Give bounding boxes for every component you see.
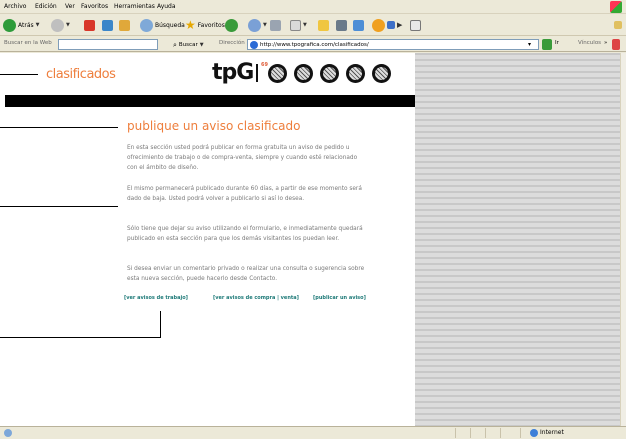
- menu-ayuda[interactable]: Ayuda: [157, 3, 176, 10]
- brand-separator: [256, 64, 258, 82]
- security-zone-label: Internet: [540, 429, 564, 436]
- links-extra-icon[interactable]: [612, 39, 620, 50]
- links-chevron-icon[interactable]: »: [604, 40, 607, 46]
- extra-icon: [614, 21, 622, 29]
- forward-button[interactable]: ▼: [51, 18, 70, 32]
- star-icon: ★: [185, 18, 196, 32]
- menu-archivo[interactable]: Archivo: [4, 3, 26, 10]
- print-icon: [270, 19, 281, 31]
- magnifier-icon: ⌕: [173, 40, 177, 49]
- favorites-button[interactable]: ★ Favoritos: [185, 18, 225, 32]
- window-icon: [387, 21, 395, 29]
- paragraph-duration: El mismo permanecerá publicado durante 6…: [127, 186, 362, 202]
- status-segment: [455, 428, 456, 438]
- screen-button[interactable]: [410, 18, 421, 32]
- status-segment: [500, 428, 501, 438]
- search-button[interactable]: Búsqueda: [140, 18, 185, 32]
- history-icon: [225, 18, 238, 32]
- status-bar: Internet: [0, 426, 626, 439]
- print-button[interactable]: [270, 18, 281, 32]
- menu-herramientas[interactable]: Herramientas: [114, 3, 155, 10]
- go-label[interactable]: Ir: [555, 40, 559, 46]
- paragraph-intro: En esta sección usted podrá publicar en …: [127, 145, 358, 171]
- home-icon: [119, 19, 130, 31]
- address-label: Dirección: [219, 40, 245, 46]
- edit-icon: [290, 19, 301, 31]
- address-dropdown-icon[interactable]: ▾: [528, 41, 531, 48]
- callout-line-links: [0, 337, 160, 338]
- status-segment: [470, 428, 471, 438]
- callout-line-text: [0, 206, 118, 207]
- callout-line-heading: [0, 127, 118, 128]
- back-arrow-icon: [3, 18, 16, 32]
- brand-logo[interactable]: tpG: [212, 60, 254, 85]
- search-icon: [140, 18, 153, 32]
- standard-toolbar: Atrás ▼ ▼ Búsqueda ★ Favoritos ▼ ▼ ▶: [0, 14, 626, 36]
- menu-edicion[interactable]: Edición: [35, 3, 57, 10]
- web-search-button[interactable]: ⌕ Buscar ▼: [173, 38, 204, 52]
- link-buy-sell-ads[interactable]: [ver avisos de compra | venta]: [213, 295, 299, 301]
- nav-circle-icon-5[interactable]: [372, 64, 391, 83]
- home-button[interactable]: [119, 18, 130, 32]
- research-icon: [336, 19, 347, 31]
- history-button[interactable]: [225, 18, 238, 32]
- menu-bar: Archivo Edición Ver Favoritos Herramient…: [0, 0, 626, 14]
- address-input[interactable]: http://www.tpografica.com/clasificados/ …: [247, 39, 539, 50]
- link-publish-ad[interactable]: [publicar un aviso]: [313, 295, 366, 301]
- windows-logo-icon: [610, 1, 622, 13]
- nav-circle-icon-1[interactable]: [268, 64, 287, 83]
- messenger-icon: [353, 19, 364, 31]
- nav-circle-icon-4[interactable]: [346, 64, 365, 83]
- page-title: publique un aviso clasificado: [127, 119, 301, 133]
- page-status-icon: [4, 429, 12, 437]
- web-search-label: Buscar en la Web: [4, 40, 52, 46]
- play-icon: ▶: [397, 21, 403, 29]
- refresh-icon: [102, 19, 113, 31]
- messenger-button[interactable]: [353, 18, 364, 32]
- edit-button[interactable]: ▼: [290, 18, 307, 32]
- folder-button[interactable]: [318, 18, 329, 32]
- menu-favoritos[interactable]: Favoritos: [81, 3, 108, 10]
- nav-circle-icon-3[interactable]: [320, 64, 339, 83]
- mail-icon: [248, 18, 261, 32]
- back-button[interactable]: Atrás ▼: [3, 18, 39, 32]
- internet-globe-icon: [530, 429, 538, 437]
- links-label[interactable]: Vínculos: [578, 40, 601, 46]
- striped-background: [415, 53, 620, 426]
- mail-button[interactable]: ▼: [248, 18, 267, 32]
- address-url: http://www.tpografica.com/clasificados/: [260, 42, 369, 48]
- folder-icon: [318, 19, 329, 31]
- callout-line-logo: [0, 74, 38, 75]
- paragraph-contact: Si desea enviar un comentario privado o …: [127, 266, 365, 282]
- screen-icon: [410, 19, 421, 31]
- link-job-ads[interactable]: [ver avisos de trabajo]: [124, 295, 188, 301]
- vertical-scrollbar[interactable]: [620, 53, 626, 426]
- section-logo[interactable]: clasificados: [46, 67, 116, 82]
- status-segment: [485, 428, 486, 438]
- menu-ver[interactable]: Ver: [65, 3, 75, 10]
- header-divider-band: [5, 95, 415, 107]
- research-button[interactable]: [336, 18, 347, 32]
- nav-circle-icon-2[interactable]: [294, 64, 313, 83]
- address-bar: Buscar en la Web ⌕ Buscar ▼ Dirección ht…: [0, 37, 626, 52]
- refresh-button[interactable]: [102, 18, 113, 32]
- page-viewport: clasificados tpG 69 publique un aviso cl…: [0, 53, 626, 426]
- web-search-input[interactable]: [58, 39, 158, 50]
- stop-button[interactable]: [84, 18, 95, 32]
- media-button[interactable]: ▶: [372, 18, 402, 32]
- forward-arrow-icon: [51, 18, 64, 32]
- paragraph-instructions: Sólo tiene que dejar su aviso utilizando…: [127, 226, 363, 242]
- media-icon: [372, 18, 385, 32]
- brand-issue-number: 69: [261, 62, 268, 68]
- callout-line-links-vertical: [160, 311, 161, 338]
- toolbar-extra-button[interactable]: [614, 18, 622, 32]
- stop-icon: [84, 19, 95, 31]
- ie-page-icon: [250, 41, 258, 49]
- status-segment: [520, 428, 521, 438]
- go-button[interactable]: [542, 39, 552, 50]
